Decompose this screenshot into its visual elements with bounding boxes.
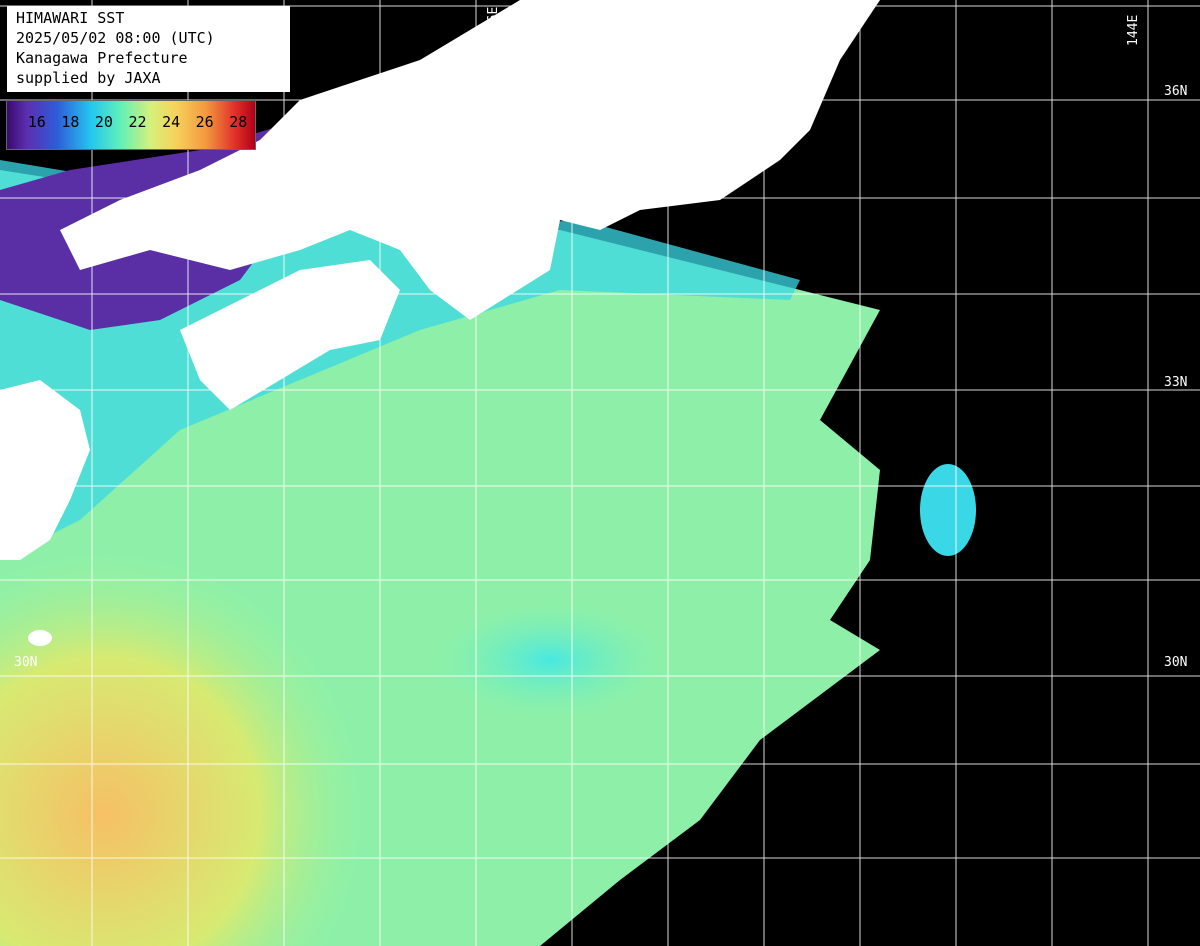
lat-label-30n-east: 30N: [1164, 655, 1187, 670]
legend-tick-24: 24: [162, 113, 181, 131]
cold-eddy: [430, 600, 670, 720]
lat-label-30n-west: 30N: [14, 655, 37, 670]
legend-tick-22: 22: [128, 113, 147, 131]
lat-label-36n: 36N: [1164, 84, 1187, 99]
land-island: [28, 630, 52, 646]
prefecture: Kanagawa Prefecture: [16, 49, 188, 67]
offshore-patch: [920, 464, 976, 556]
lon-label-144e: 144E: [1126, 15, 1141, 46]
lon-label-136e: 136E: [486, 7, 501, 38]
legend-tick-16: 16: [27, 113, 46, 131]
title: HIMAWARI SST: [16, 9, 125, 27]
lat-label-33n: 33N: [1164, 375, 1187, 390]
timestamp: 2025/05/02 08:00 (UTC): [16, 29, 215, 47]
info-box: HIMAWARI SST 2025/05/02 08:00 (UTC) Kana…: [7, 6, 290, 92]
legend-tick-20: 20: [94, 113, 113, 131]
color-scale-legend: 16 18 20 22 24 26 28: [6, 100, 256, 150]
legend-tick-28: 28: [229, 113, 248, 131]
legend-tick-labels: 16 18 20 22 24 26 28: [7, 113, 255, 131]
legend-tick-26: 26: [195, 113, 214, 131]
legend-tick-18: 18: [61, 113, 80, 131]
credit: supplied by JAXA: [16, 69, 161, 87]
